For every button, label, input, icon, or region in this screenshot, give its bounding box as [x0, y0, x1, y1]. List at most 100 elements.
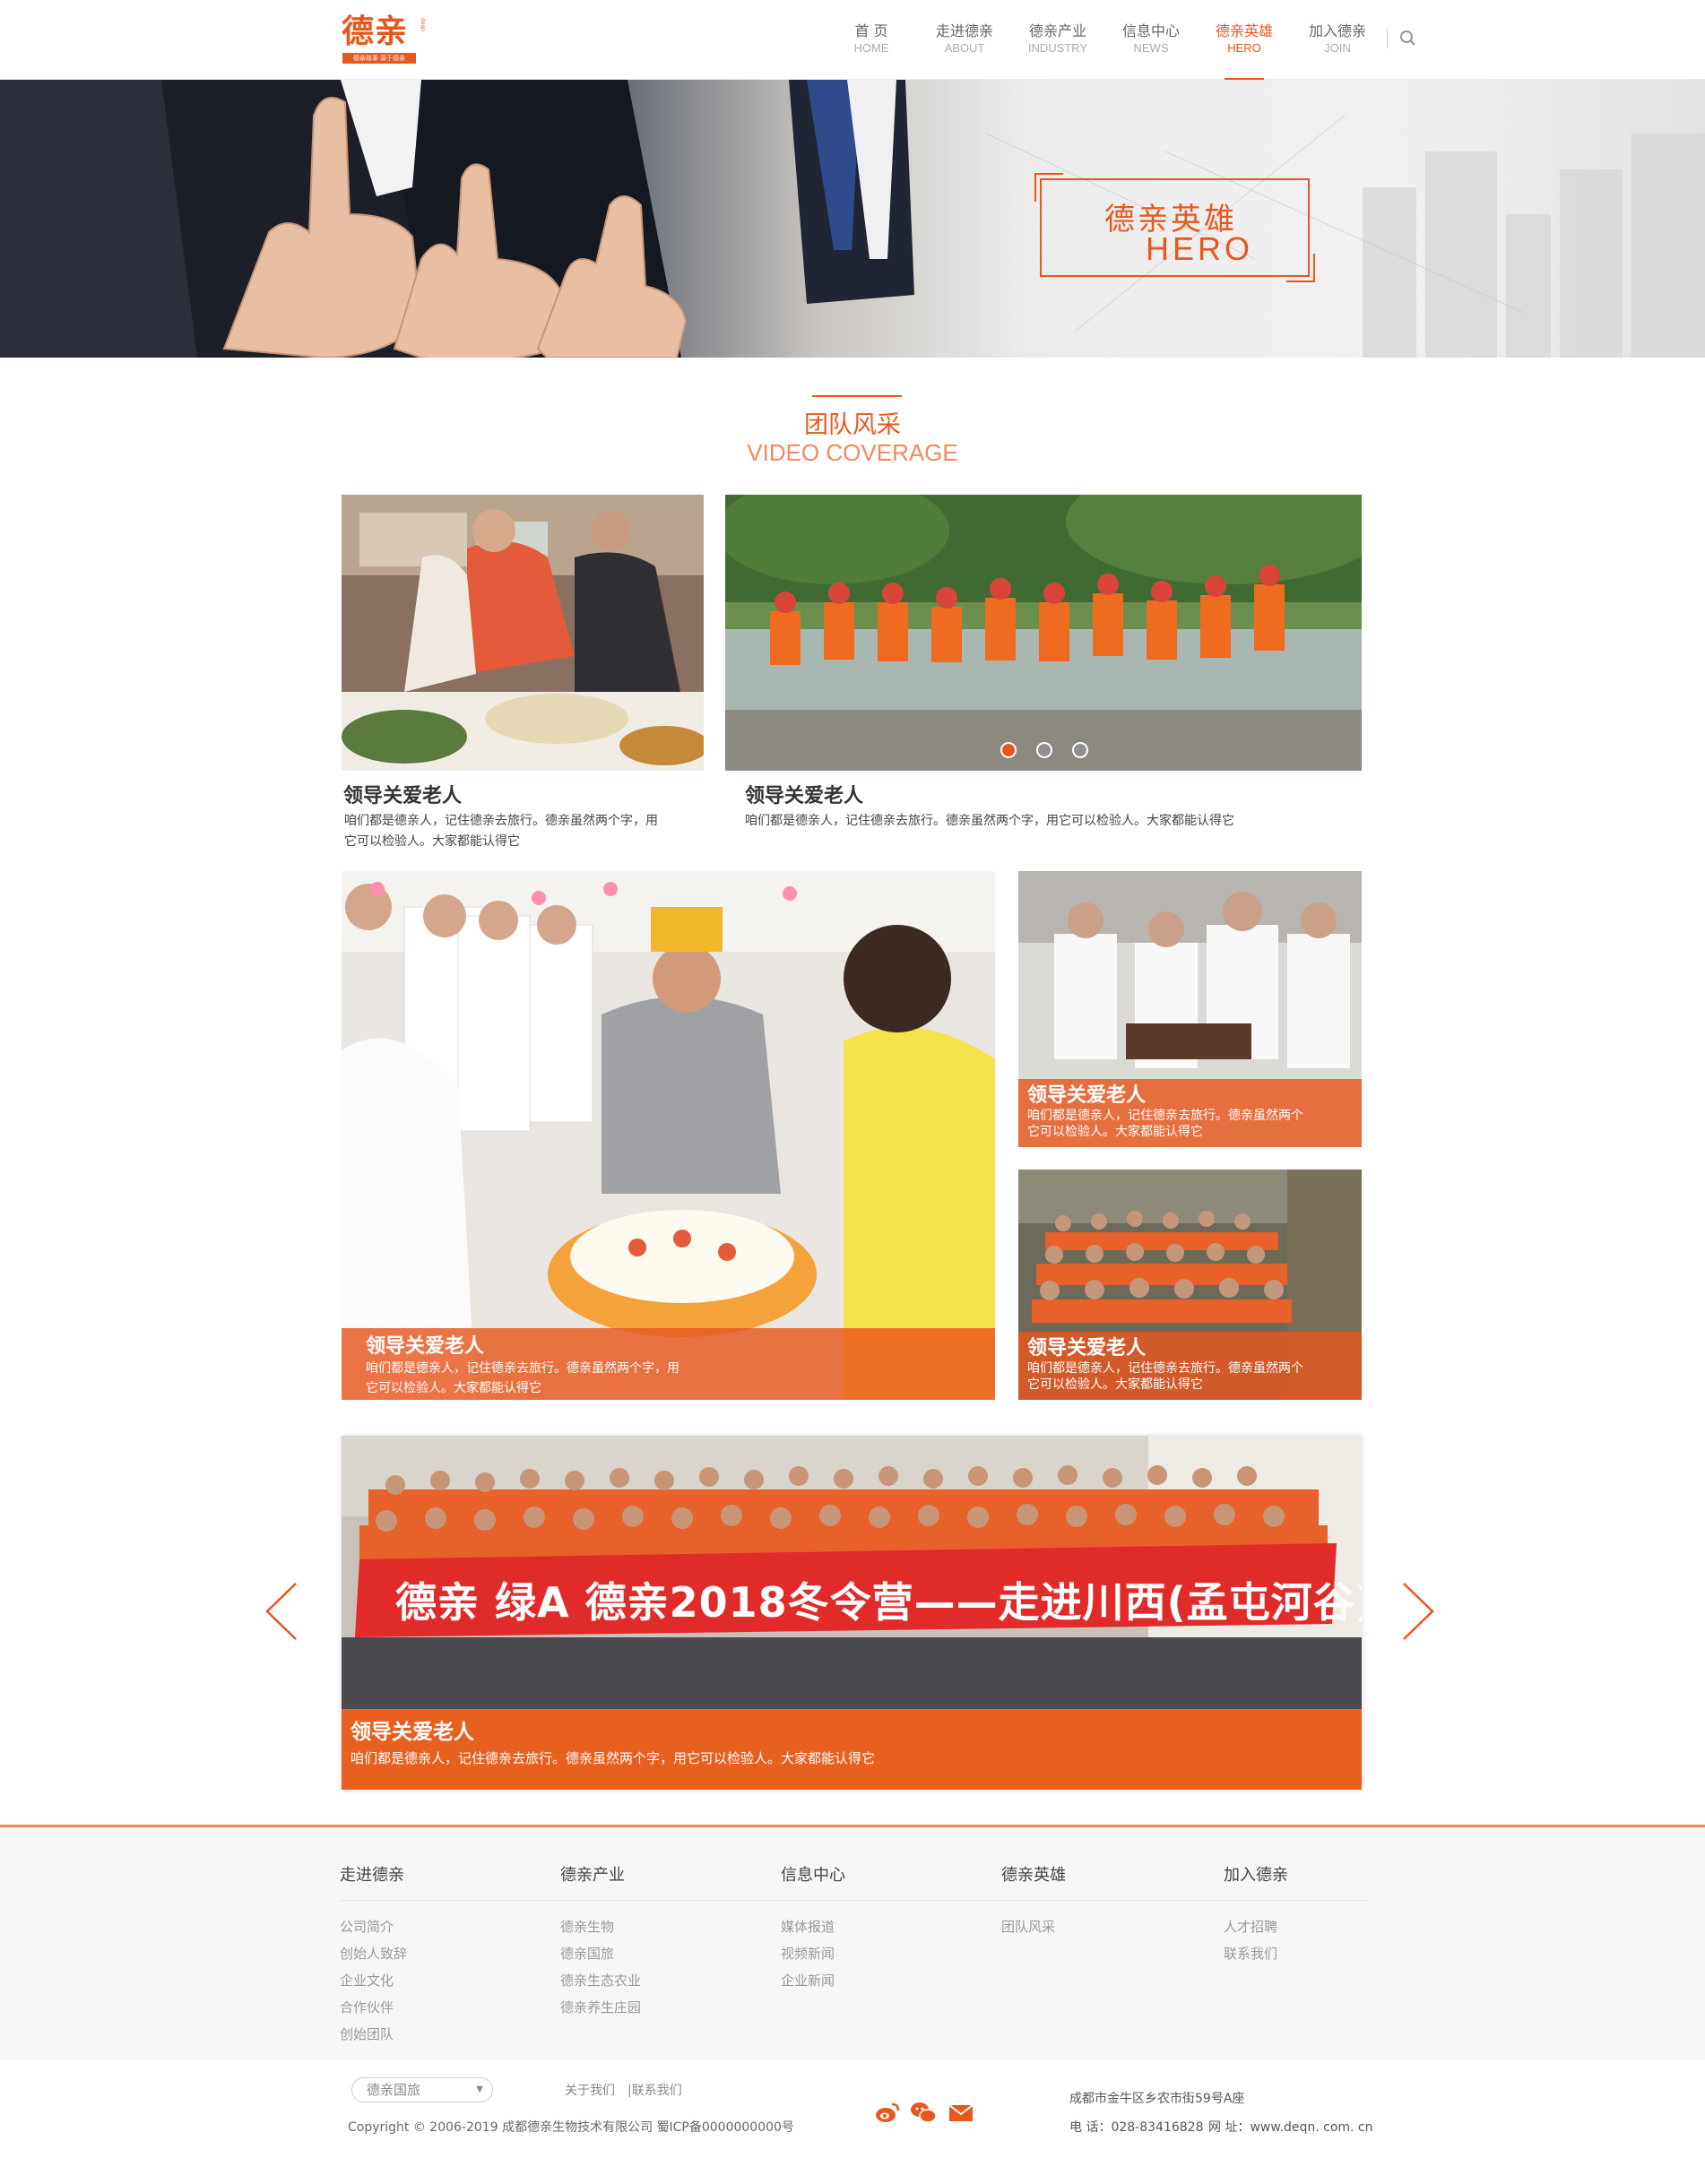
- group-banner-text: 德亲 绿A 德亲2018冬令营——走进川西(孟屯河谷): [395, 1578, 1362, 1627]
- wechat-icon[interactable]: [910, 2099, 937, 2126]
- photo-card-2[interactable]: [725, 495, 1362, 771]
- nav-hero-sublabel: HERO: [1227, 41, 1261, 55]
- copyright-text: Copyright © 2006-2019 成都德亲生物技术有限公司 蜀ICP备…: [348, 2120, 794, 2135]
- nav-divider: [1387, 29, 1388, 48]
- card-5-desc-line2: 它可以检验人。大家都能认得它: [1027, 1377, 1203, 1392]
- footer-col-industry: 德亲产业 德亲生物 德亲国旅 德亲生态农业 德亲养生庄园: [560, 1862, 784, 2021]
- card-6-desc-line1: 咱们都是德亲人，记住德亲去旅行。德亲虽然两个字，用它可以检验人。大家都能认得它: [351, 1750, 876, 1766]
- footer-col-title: 信息中心: [781, 1862, 1005, 1901]
- carousel-next-arrow[interactable]: [1400, 1582, 1436, 1641]
- footer-link[interactable]: 创始团队: [340, 2021, 546, 2048]
- footer-link[interactable]: 团队风采: [1001, 1913, 1207, 1940]
- footer-col-title: 走进德亲: [340, 1862, 564, 1901]
- card-2-desc-line1: 咱们都是德亲人，记住德亲去旅行。德亲虽然两个字，用它可以检验人。大家都能认得它: [745, 814, 1234, 828]
- card-4-title[interactable]: 领导关爱老人: [1027, 1079, 1362, 1108]
- hero-title-box: 德亲英雄 HERO: [1034, 173, 1315, 282]
- nav-news-sublabel: NEWS: [1133, 41, 1169, 55]
- select-value: 德亲国旅: [367, 2082, 421, 2098]
- nav-about[interactable]: 走进德亲 ABOUT: [918, 0, 1011, 80]
- nav-join-label: 加入德亲: [1308, 22, 1366, 39]
- nav-industry-label: 德亲产业: [1028, 22, 1086, 39]
- photo-card-4[interactable]: 领导关爱老人 咱们都是德亲人，记住德亲去旅行。德亲虽然两个 它可以检验人。大家都…: [1018, 871, 1362, 1147]
- logo-tagline: 德亲故事·源于德亲: [342, 53, 416, 64]
- nav-hero-label: 德亲英雄: [1215, 22, 1273, 39]
- footer-link[interactable]: 德亲生物: [560, 1913, 766, 1940]
- card-1-desc-line1: 咱们都是德亲人，记住德亲去旅行。德亲虽然两个字，用: [344, 814, 658, 828]
- mail-icon[interactable]: [948, 2099, 974, 2126]
- card-3-desc-line1: 咱们都是德亲人，记住德亲去旅行。德亲虽然两个字，用: [366, 1361, 679, 1376]
- footer-link[interactable]: 德亲养生庄园: [560, 1994, 766, 2021]
- card-1-title[interactable]: 领导关爱老人: [343, 780, 462, 808]
- nav-about-sublabel: ABOUT: [944, 41, 985, 55]
- card-2-title[interactable]: 领导关爱老人: [745, 780, 863, 808]
- logo-side-text: deqn: [420, 18, 426, 32]
- footer-link[interactable]: 媒体报道: [781, 1913, 987, 1940]
- photo-card-3[interactable]: 领导关爱老人 咱们都是德亲人，记住德亲去旅行。德亲虽然两个字，用 它可以检验人。…: [342, 871, 995, 1400]
- card-3-overlay: 领导关爱老人 咱们都是德亲人，记住德亲去旅行。德亲虽然两个字，用 它可以检验人。…: [342, 1328, 995, 1400]
- carousel-dot-2[interactable]: [1036, 742, 1052, 758]
- footer-link[interactable]: 联系我们: [1224, 1940, 1430, 1967]
- card-3-title[interactable]: 领导关爱老人: [366, 1328, 995, 1359]
- nav-about-label: 走进德亲: [935, 22, 993, 39]
- section-subtitle: VIDEO COVERAGE: [747, 439, 958, 466]
- card-4-overlay: 领导关爱老人 咱们都是德亲人，记住德亲去旅行。德亲虽然两个 它可以检验人。大家都…: [1018, 1079, 1362, 1147]
- nav-home[interactable]: 首 页 HOME: [825, 0, 918, 80]
- nav-industry[interactable]: 德亲产业 INDUSTRY: [1011, 0, 1104, 80]
- card-5-overlay: 领导关爱老人 咱们都是德亲人，记住德亲去旅行。德亲虽然两个 它可以检验人。大家都…: [1018, 1332, 1362, 1400]
- footer-col-title: 加入德亲: [1224, 1862, 1367, 1901]
- carousel-dots: [1000, 742, 1088, 758]
- nav-join[interactable]: 加入德亲 JOIN: [1291, 0, 1384, 80]
- footer-link-contact[interactable]: |联系我们: [627, 2081, 682, 2099]
- nav-hero[interactable]: 德亲英雄 HERO: [1198, 0, 1291, 80]
- site-logo[interactable]: 德亲 德亲故事·源于德亲 deqn: [342, 13, 426, 66]
- footer-link[interactable]: 公司简介: [340, 1913, 546, 1940]
- photo-card-1[interactable]: [342, 495, 704, 771]
- footer-link-about[interactable]: 关于我们: [565, 2081, 615, 2099]
- card-4-desc-line2: 它可以检验人。大家都能认得它: [1027, 1125, 1203, 1139]
- card-4-desc-line1: 咱们都是德亲人，记住德亲去旅行。德亲虽然两个: [1027, 1109, 1303, 1123]
- photo-card-5[interactable]: 领导关爱老人 咱们都是德亲人，记住德亲去旅行。德亲虽然两个 它可以检验人。大家都…: [1018, 1170, 1362, 1400]
- card-3-desc-line2: 它可以检验人。大家都能认得它: [366, 1381, 541, 1395]
- photo-birthday: [342, 871, 995, 1400]
- photo-card-6[interactable]: 德亲 绿A 德亲2018冬令营——走进川西(孟屯河谷) 领导关爱老人 咱们都是德…: [342, 1436, 1362, 1790]
- footer-col-hero: 德亲英雄 团队风采: [1001, 1862, 1225, 1940]
- hero-title-en: HERO: [1146, 230, 1254, 267]
- banner-image: [0, 80, 1705, 358]
- card-5-desc-line1: 咱们都是德亲人，记住德亲去旅行。德亲虽然两个: [1027, 1361, 1303, 1376]
- footer-col-join: 加入德亲 人才招聘 联系我们: [1224, 1862, 1430, 1967]
- carousel-prev-arrow[interactable]: [264, 1582, 299, 1641]
- carousel-dot-3[interactable]: [1072, 742, 1088, 758]
- footer-link[interactable]: 德亲国旅: [560, 1940, 766, 1967]
- carousel-dot-1[interactable]: [1000, 742, 1017, 758]
- card-5-title[interactable]: 领导关爱老人: [1027, 1332, 1362, 1360]
- nav-industry-sublabel: INDUSTRY: [1027, 41, 1088, 55]
- footer-link[interactable]: 合作伙伴: [340, 1994, 546, 2021]
- card-6-title[interactable]: 领导关爱老人: [351, 1709, 1362, 1745]
- photo-river-rafting: [725, 495, 1362, 771]
- search-icon[interactable]: [1398, 29, 1418, 48]
- footer-col-about: 走进德亲 公司简介 创始人致辞 企业文化 合作伙伴 创始团队: [340, 1862, 564, 2048]
- section-title: 团队风采: [804, 411, 901, 439]
- nav-join-sublabel: JOIN: [1324, 41, 1351, 55]
- nav-news[interactable]: 信息中心 NEWS: [1104, 0, 1198, 80]
- company-website[interactable]: 网 址：www.deqn. com. cn: [1208, 2118, 1373, 2136]
- company-address: 成都市金牛区乡农市街59号A座: [1069, 2092, 1245, 2106]
- nav-news-label: 信息中心: [1121, 22, 1180, 39]
- footer-col-news: 信息中心 媒体报道 视频新闻 企业新闻: [781, 1862, 1005, 1994]
- footer-link[interactable]: 人才招聘: [1224, 1913, 1430, 1940]
- footer-link[interactable]: 德亲生态农业: [560, 1967, 766, 1994]
- footer-link[interactable]: 企业新闻: [781, 1967, 987, 1994]
- footer-link[interactable]: 企业文化: [340, 1967, 546, 1994]
- footer-bottom: [0, 2060, 1705, 2184]
- footer-link[interactable]: 视频新闻: [781, 1940, 987, 1967]
- card-6-overlay: 领导关爱老人 咱们都是德亲人，记住德亲去旅行。德亲虽然两个字，用它可以检验人。大…: [342, 1709, 1362, 1790]
- nav-home-sublabel: HOME: [853, 41, 889, 55]
- logo-text: 德亲: [342, 13, 409, 50]
- weibo-icon[interactable]: [874, 2099, 901, 2126]
- chevron-down-icon: ▼: [476, 2085, 483, 2094]
- site-select-dropdown[interactable]: 德亲国旅 ▼: [351, 2077, 493, 2102]
- photo-dinner: [342, 495, 704, 771]
- footer-link[interactable]: 创始人致辞: [340, 1940, 546, 1967]
- footer-col-title: 德亲产业: [560, 1862, 784, 1901]
- section-title-line: [812, 395, 902, 397]
